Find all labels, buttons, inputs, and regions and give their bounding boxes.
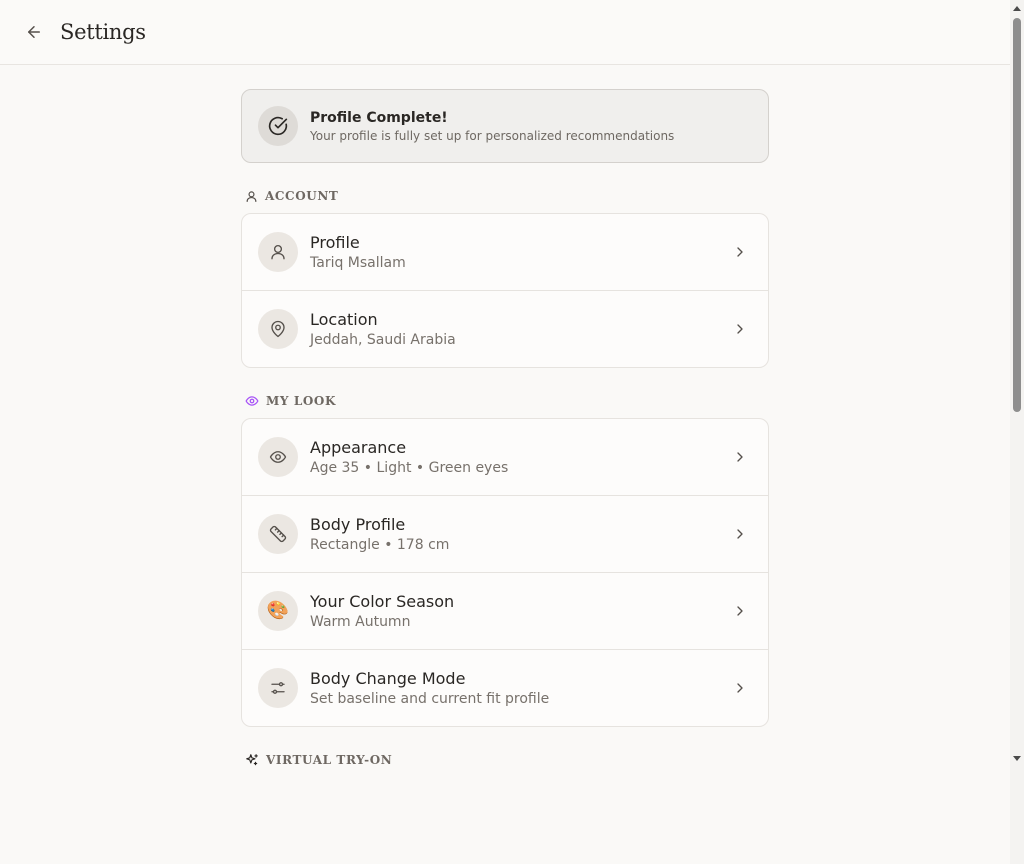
banner-title: Profile Complete!: [310, 109, 448, 126]
scroll-thumb[interactable]: [1013, 18, 1021, 412]
scroll-up-arrow[interactable]: [1013, 6, 1021, 11]
sparkles-icon: [246, 754, 258, 766]
item-icon-circle: [258, 514, 298, 554]
scrollbar[interactable]: [1010, 0, 1024, 864]
check-circle-icon: [268, 116, 288, 136]
settings-item-body-change-mode[interactable]: Body Change Mode Set baseline and curren…: [242, 649, 768, 726]
item-title: Your Color Season: [310, 591, 455, 611]
item-title: Appearance: [310, 437, 407, 457]
chevron-right-icon: [730, 447, 750, 467]
section-label-virtual-try-on: VIRTUAL TRY-ON: [241, 750, 769, 770]
settings-item-location[interactable]: Location Jeddah, Saudi Arabia: [242, 290, 768, 367]
back-button[interactable]: [20, 18, 48, 46]
section-label-my-look: MY LOOK: [241, 391, 769, 411]
item-title: Body Profile: [310, 514, 406, 534]
user-icon: [271, 244, 285, 260]
item-subtitle: Age 35 • Light • Green eyes: [310, 459, 509, 476]
eye-icon: [245, 396, 259, 406]
section-label-text: ACCOUNT: [265, 189, 339, 203]
item-icon-circle: [258, 232, 298, 272]
section-label-account: ACCOUNT: [241, 186, 769, 206]
map-pin-icon: [271, 320, 285, 338]
my-look-card: Appearance Age 35 • Light • Green eyes B…: [241, 418, 769, 727]
chevron-right-icon: [730, 524, 750, 544]
account-card: Profile Tariq Msallam Location Jeddah, S…: [241, 213, 769, 368]
item-subtitle: Warm Autumn: [310, 613, 411, 630]
item-subtitle: Tariq Msallam: [310, 254, 406, 271]
item-subtitle: Set baseline and current fit profile: [310, 690, 550, 707]
settings-item-appearance[interactable]: Appearance Age 35 • Light • Green eyes: [242, 419, 768, 495]
banner-subtitle: Your profile is fully set up for persona…: [310, 128, 675, 143]
palette-emoji-icon: 🎨: [266, 600, 290, 621]
profile-complete-banner: Profile Complete! Your profile is fully …: [241, 89, 769, 163]
settings-content: Profile Complete! Your profile is fully …: [241, 89, 769, 777]
ruler-icon: [269, 525, 287, 543]
section-label-text: VIRTUAL TRY-ON: [266, 753, 393, 767]
item-title: Location: [310, 309, 378, 329]
chevron-right-icon: [730, 601, 750, 621]
banner-icon-circle: [258, 106, 298, 146]
sliders-icon: [271, 682, 285, 694]
chevron-right-icon: [730, 242, 750, 262]
chevron-right-icon: [730, 678, 750, 698]
settings-item-color-season[interactable]: 🎨 Your Color Season Warm Autumn: [242, 572, 768, 649]
item-title: Profile: [310, 232, 360, 252]
item-icon-circle: [258, 309, 298, 349]
user-icon: [246, 190, 257, 202]
item-icon-circle: [258, 668, 298, 708]
page-title: Settings: [60, 20, 146, 44]
chevron-right-icon: [730, 319, 750, 339]
top-bar: Settings: [0, 0, 1010, 65]
item-subtitle: Rectangle • 178 cm: [310, 536, 450, 553]
item-icon-circle: [258, 437, 298, 477]
scroll-down-arrow[interactable]: [1013, 756, 1021, 761]
item-subtitle: Jeddah, Saudi Arabia: [310, 331, 456, 348]
section-label-text: MY LOOK: [266, 394, 337, 408]
arrow-left-icon: [28, 26, 40, 38]
eye-icon: [269, 451, 287, 463]
settings-item-body-profile[interactable]: Body Profile Rectangle • 178 cm: [242, 495, 768, 572]
item-title: Body Change Mode: [310, 668, 466, 688]
settings-item-profile[interactable]: Profile Tariq Msallam: [242, 214, 768, 290]
item-icon-circle: 🎨: [258, 591, 298, 631]
